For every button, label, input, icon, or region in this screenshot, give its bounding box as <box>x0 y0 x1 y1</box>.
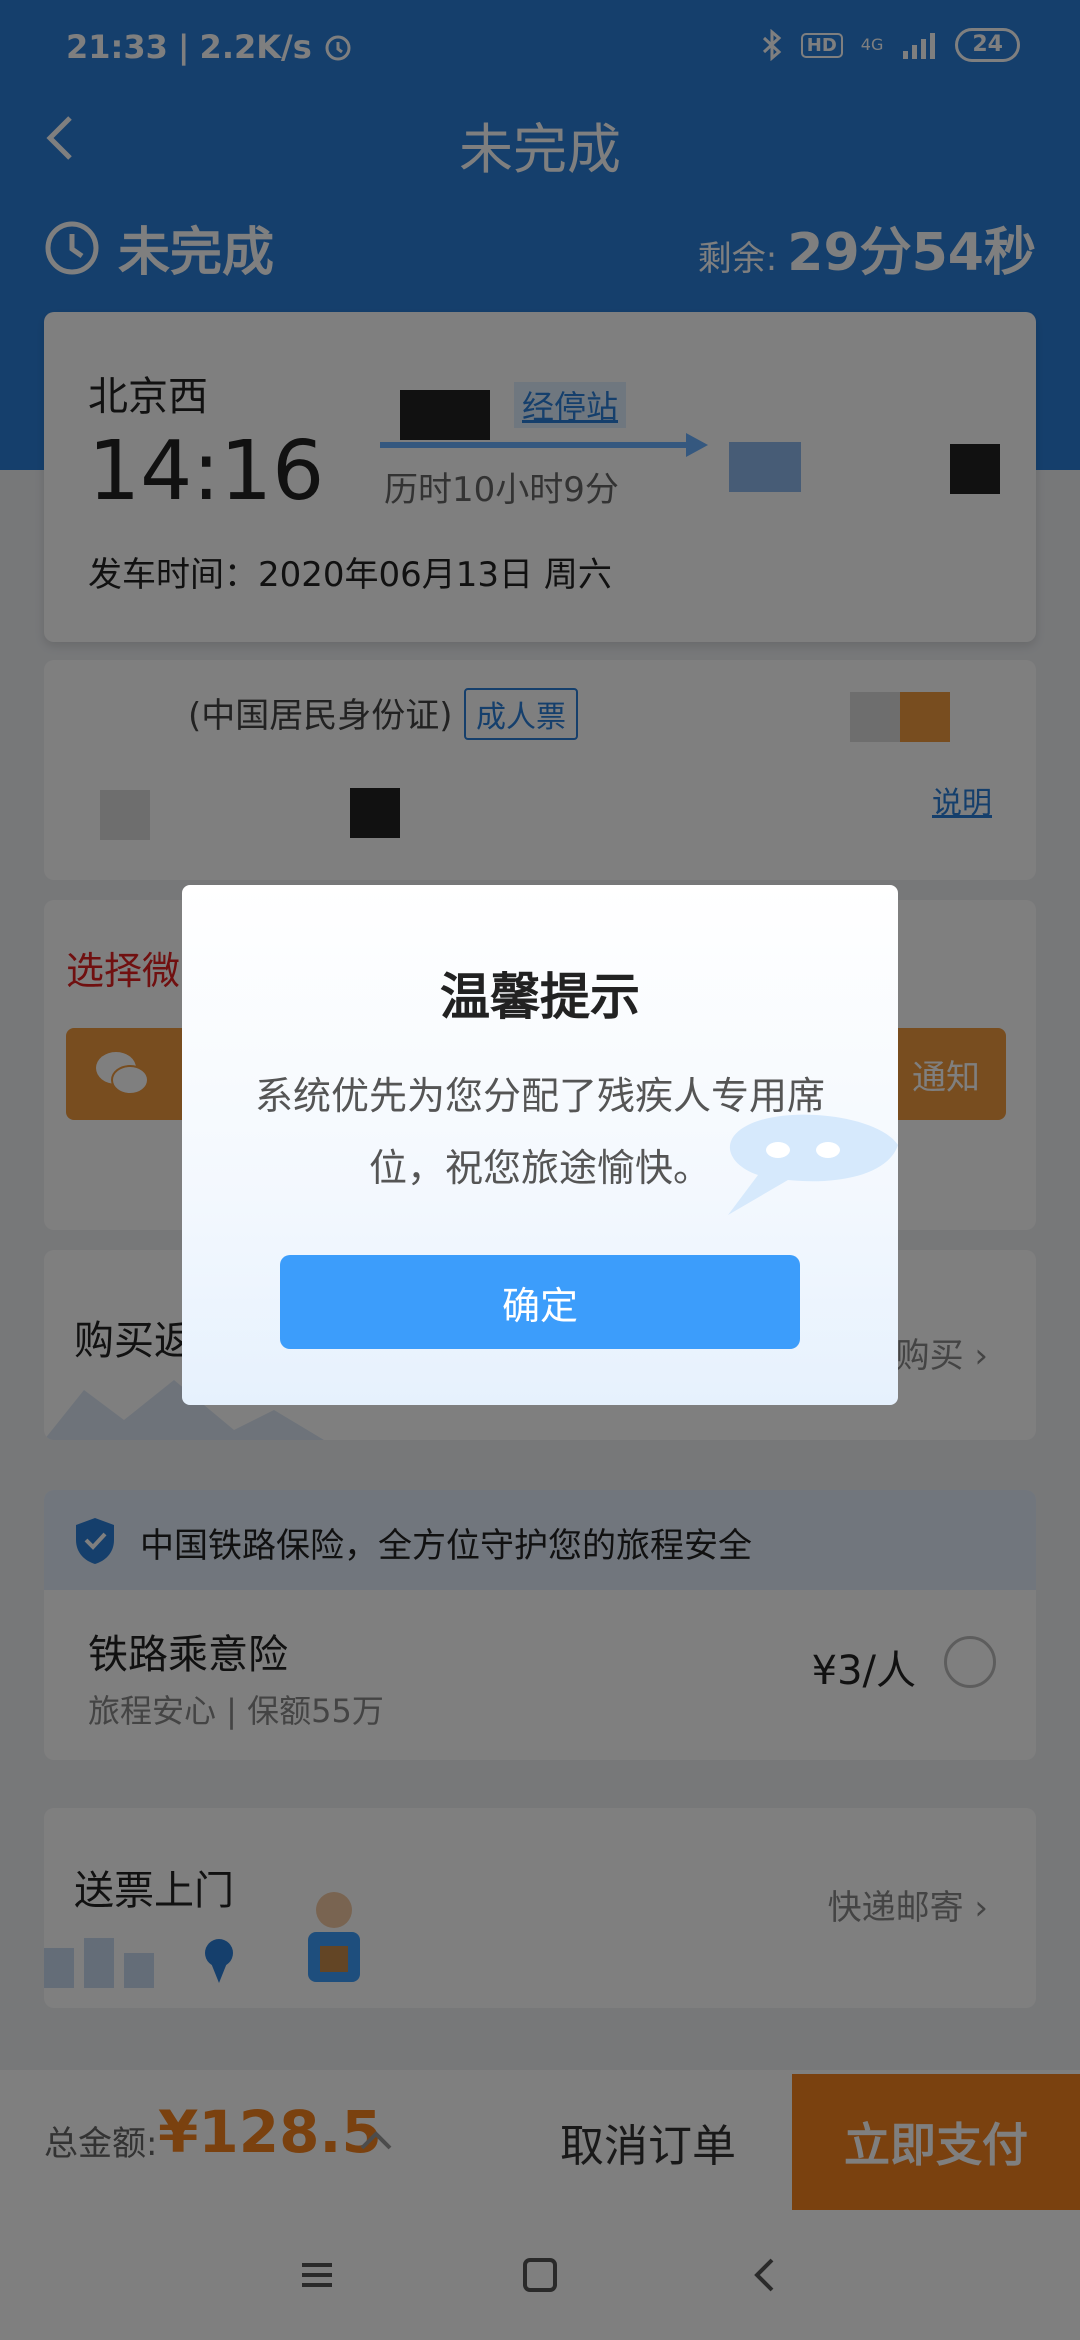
dialog-title: 温馨提示 <box>440 968 640 1026</box>
notice-dialog: 温馨提示 系统优先为您分配了残疾人专用席位，祝您旅途愉快。 确定 <box>182 885 898 1405</box>
dialog-message: 系统优先为您分配了残疾人专用席位，祝您旅途愉快。 <box>254 1074 825 1190</box>
confirm-button[interactable]: 确定 <box>280 1255 800 1349</box>
